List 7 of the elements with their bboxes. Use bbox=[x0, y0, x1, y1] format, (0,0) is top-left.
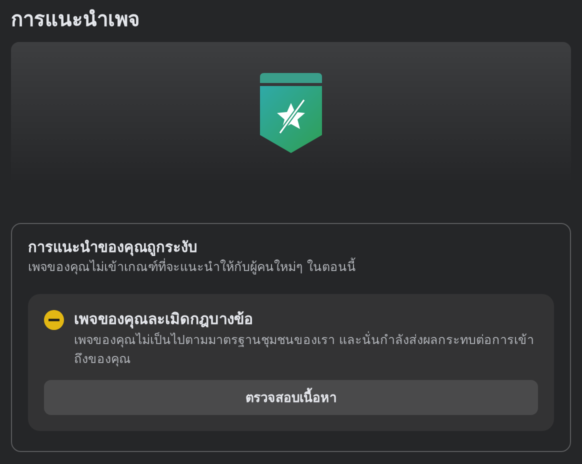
issue-description: เพจของคุณไม่เป็นไปตามมาตรฐานชุมชนของเรา และนั่นกำลังส่งผลกระทบต่อการเข้าถึงของคุณ bbox=[74, 330, 535, 368]
page-title: การแนะนำเพจ bbox=[11, 6, 141, 33]
card-title: การแนะนำของคุณถูกระงับ bbox=[28, 238, 198, 258]
issue-title: เพจของคุณละเมิดกฎบางข้อ bbox=[74, 309, 254, 330]
badge-icon bbox=[260, 73, 322, 153]
review-content-button[interactable]: ตรวจสอบเนื้อหา bbox=[44, 380, 538, 415]
card-description: เพจของคุณไม่เข้าเกณฑ์ที่จะแนะนำให้กับผู้คนใหม่ๆ ในตอนนี้ bbox=[28, 258, 357, 276]
